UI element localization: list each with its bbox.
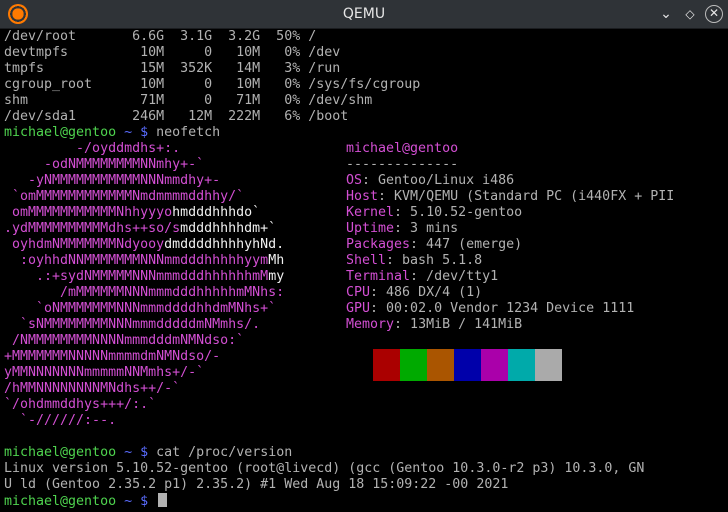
df-row: tmpfs 15M 352K 14M 3% /run	[4, 61, 341, 76]
logo-line: .:+sydNMMMMMNNNmmmdddhhhhhhmMmy	[4, 269, 285, 284]
logo-line: `sNMMMMMMMMNNNmmmdddddmNMmhs/.	[4, 317, 261, 332]
info-row-gpu: GPU: 00:02.0 Vendor 1234 Device 1111	[346, 301, 635, 316]
color-swatch	[481, 349, 508, 381]
info-row-memory: Memory: 13MiB / 141MiB	[346, 317, 523, 332]
info-row-uptime: Uptime: 3 mins	[346, 221, 459, 236]
prompt-dir: ~	[116, 125, 141, 140]
window-titlebar[interactable]: QEMU ⌄ ◇ ✕	[0, 0, 728, 29]
color-swatch	[427, 349, 454, 381]
logo-line: -yNMMMMMMMMMMMNNNmmdhy+-	[4, 173, 221, 188]
info-row-host: Host: KVM/QEMU (Standard PC (i440FX + PI…	[346, 189, 675, 204]
logo-line: .ydMMMMMMMMMMdhs++so/smdddhhhhdm+`	[4, 221, 277, 236]
info-row-os: OS: Gentoo/Linux i486	[346, 173, 515, 188]
color-swatch	[373, 349, 400, 381]
prompt-user: michael@gentoo	[4, 494, 117, 509]
close-icon[interactable]: ✕	[705, 5, 723, 23]
version-output: Linux version 5.10.52-gentoo (root@livec…	[4, 461, 645, 476]
info-row-cpu: CPU: 486 DX/4 (1)	[346, 285, 483, 300]
color-swatch	[535, 349, 562, 381]
command-text: neofetch	[156, 125, 221, 140]
prompt-dir: ~	[116, 494, 141, 509]
df-row: cgroup_root 10M 0 10M 0% /sys/fs/cgroup	[4, 77, 421, 92]
logo-line: `/ohdmmddhys+++/:.`	[4, 397, 157, 412]
logo-line: -odNMMMMMMMMNNmhy+-`	[4, 157, 205, 172]
logo-line: `-//////:--.	[4, 413, 117, 428]
logo-line: /hMMNNNNNNNNMNdhs++/-`	[4, 381, 181, 396]
df-row: shm 71M 0 71M 0% /dev/shm	[4, 93, 373, 108]
prompt-line[interactable]: michael@gentoo ~ $	[4, 493, 168, 509]
info-row-kernel: Kernel: 5.10.52-gentoo	[346, 205, 523, 220]
prompt-line: michael@gentoo ~ $ cat /proc/version	[4, 445, 292, 461]
logo-line: -/oyddmdhs+:.	[4, 141, 181, 156]
logo-line: /NMMMMMMMMNNNNmmmdddmNMNdso:`	[4, 333, 245, 348]
logo-line: +MMMMMMMNNNNNmmmmdmNMNdso/-	[4, 349, 221, 364]
df-row: /dev/sda1 246M 12M 222M 6% /boot	[4, 109, 349, 124]
df-row: /dev/root 6.6G 3.1G 3.2G 50% /	[4, 29, 317, 44]
logo-line: omMMMMMMMMMMMNhhyyyohmdddhhhdo`	[4, 205, 261, 220]
logo-line: `omMMMMMMMMMMMMNmdmmmmddhhy/`	[4, 189, 245, 204]
logo-line: /mMMMMMMNNNmmmdddhhhhhmMNhs:	[4, 285, 285, 300]
prompt-dir: ~	[116, 445, 141, 460]
logo-line: `oNMMMMMMMNNNmmmddddhhdmMNhs+`	[4, 301, 277, 316]
info-separator: --------------	[346, 157, 459, 172]
color-swatch	[508, 349, 535, 381]
chevron-down-icon[interactable]: ⌄	[655, 3, 677, 25]
info-row-packages: Packages: 447 (emerge)	[346, 237, 523, 252]
maximize-icon[interactable]: ◇	[679, 3, 701, 25]
info-row-terminal: Terminal: /dev/tty1	[346, 269, 499, 284]
qemu-app-icon	[8, 4, 28, 24]
prompt-sign: $	[140, 125, 149, 140]
color-swatch	[454, 349, 481, 381]
df-row: devtmpfs 10M 0 10M 0% /dev	[4, 45, 341, 60]
terminal-screen[interactable]: /dev/root 6.6G 3.1G 3.2G 50% / devtmpfs …	[0, 29, 728, 512]
prompt-sign: $	[140, 445, 149, 460]
color-palette	[373, 349, 562, 381]
prompt-sign: $	[140, 494, 149, 509]
logo-line: :oyhhdNNMMMMMMMNNNmmdddhhhhhyymMh	[4, 253, 285, 268]
prompt-user: michael@gentoo	[4, 445, 117, 460]
window-title: QEMU	[342, 6, 386, 22]
command-text: cat /proc/version	[156, 445, 293, 460]
info-user-host: michael@gentoo	[346, 141, 459, 156]
prompt-user: michael@gentoo	[4, 125, 117, 140]
prompt-line: michael@gentoo ~ $ neofetch	[4, 125, 220, 141]
logo-line: yMMNNNNNNNmmmmmNNMmhs+/-`	[4, 365, 205, 380]
color-swatch	[400, 349, 427, 381]
logo-line: oyhdmNMMMMMMMNdyooydmddddhhhhyhNd.	[4, 237, 285, 252]
version-output: U ld (Gentoo 2.35.2 p1) 2.35.2) #1 Wed A…	[4, 477, 509, 492]
text-cursor	[158, 493, 168, 507]
info-row-shell: Shell: bash 5.1.8	[346, 253, 483, 268]
